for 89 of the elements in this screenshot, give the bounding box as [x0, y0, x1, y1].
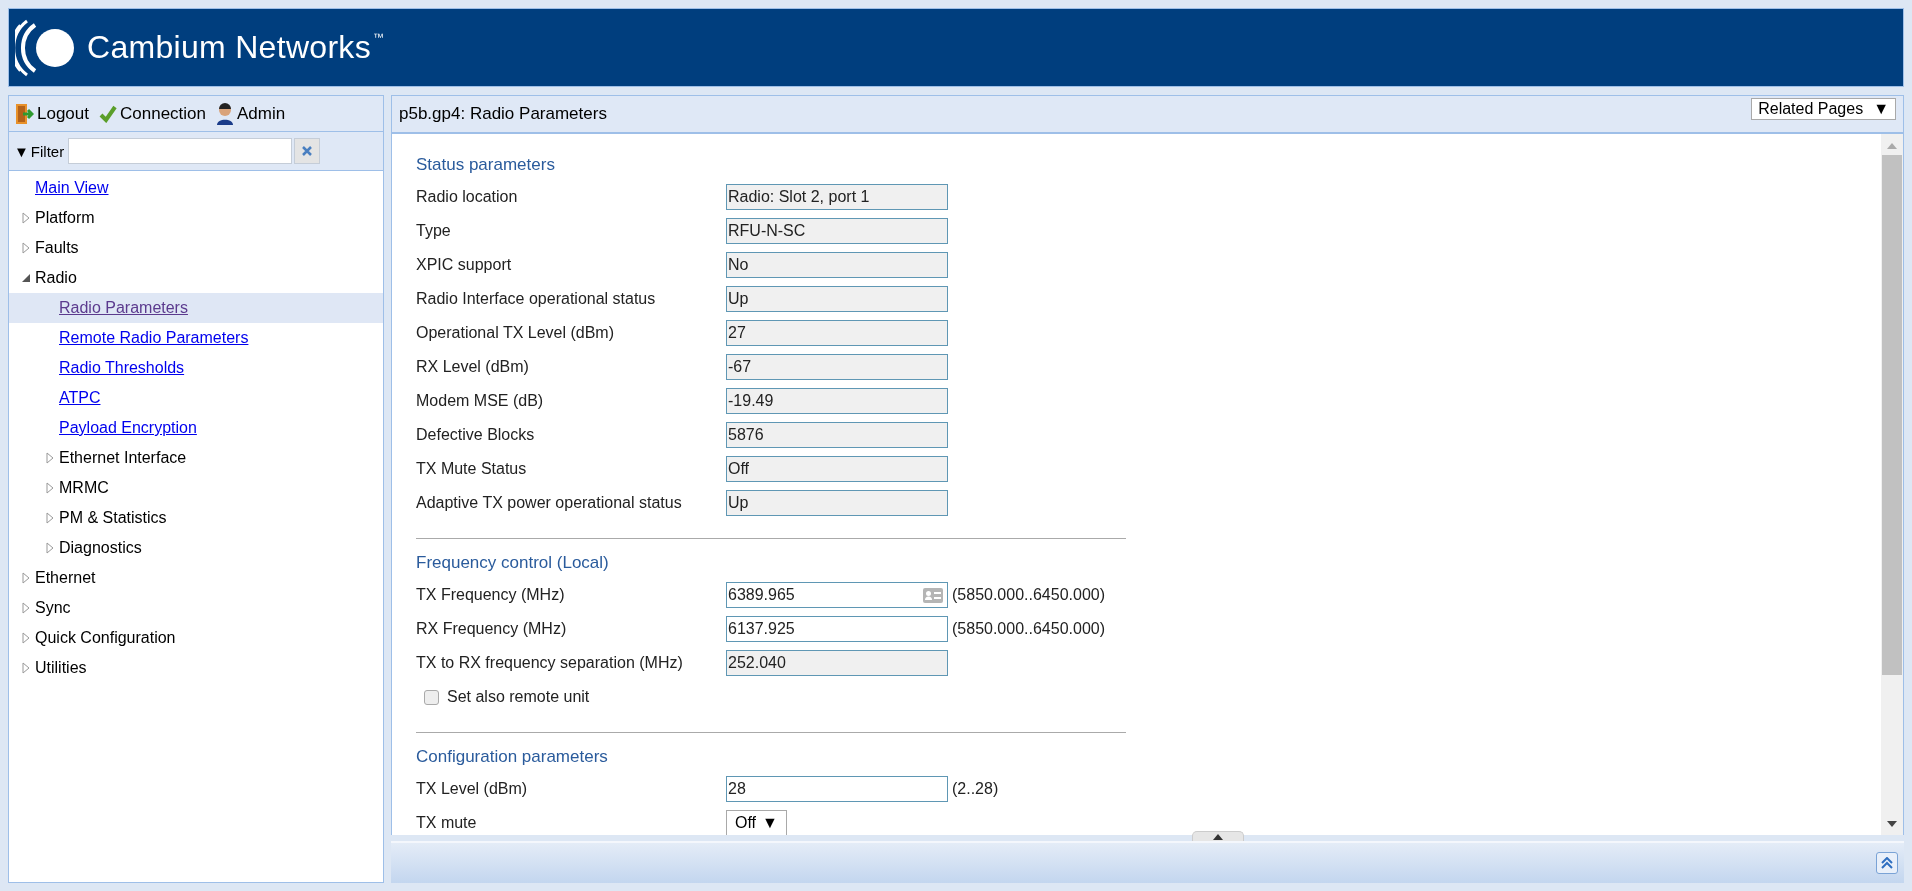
field-label: RX Frequency (MHz) [416, 620, 568, 638]
collapsed-triangle-icon[interactable] [22, 662, 30, 674]
readonly-field: Up [726, 286, 948, 312]
readonly-field: -67 [726, 354, 948, 380]
readonly-field: 5876 [726, 422, 948, 448]
field-label: XPIC support [416, 256, 513, 274]
up-triangle-icon [1213, 833, 1223, 840]
readonly-field: 27 [726, 320, 948, 346]
readonly-field: Radio: Slot 2, port 1 [726, 184, 948, 210]
scrollbar-thumb[interactable] [1882, 155, 1902, 675]
tree-item[interactable]: PM & Statistics [59, 509, 167, 527]
section-heading: Configuration parameters [416, 746, 609, 768]
checkbox[interactable] [424, 689, 439, 705]
collapsed-triangle-icon[interactable] [22, 572, 30, 584]
splitter-handle[interactable] [1192, 831, 1244, 841]
field-label: Radio Interface operational status [416, 290, 657, 308]
section-heading: Frequency control (Local) [416, 552, 610, 574]
nav-link[interactable]: Remote Radio Parameters [59, 329, 249, 347]
collapsed-triangle-icon[interactable] [46, 512, 54, 524]
readonly-field: RFU-N-SC [726, 218, 948, 244]
tree-item[interactable]: Platform [35, 209, 95, 227]
filter-toggle[interactable]: ▼ [14, 142, 29, 160]
collapsed-triangle-icon[interactable] [46, 542, 54, 554]
checkbox-label: Set also remote unit [447, 688, 590, 706]
nav-link[interactable]: Payload Encryption [59, 419, 197, 437]
scroll-down-icon [1887, 821, 1897, 827]
field-label: Defective Blocks [416, 426, 536, 444]
dropdown[interactable]: Off ▼ [726, 810, 787, 835]
check-icon [99, 104, 117, 123]
tree-item[interactable]: Ethernet [35, 569, 96, 587]
door-icon [14, 102, 34, 125]
double-chevron-up-icon [1881, 857, 1893, 869]
field-label: Type [416, 222, 452, 240]
expand-button[interactable] [1876, 852, 1898, 874]
input-field[interactable]: 6389.965 [726, 582, 948, 608]
readonly-field: No [726, 252, 948, 278]
filter-field[interactable] [68, 138, 293, 164]
field-label: TX Frequency (MHz) [416, 586, 566, 604]
tree-item[interactable]: Quick Configuration [35, 629, 176, 647]
logout-link[interactable]: Logout [14, 102, 89, 125]
scroll-up-icon [1887, 143, 1897, 149]
expanded-triangle-icon[interactable] [22, 274, 30, 282]
filter-label: Filter [30, 142, 65, 160]
field-label: TX Level (dBm) [416, 780, 529, 798]
range-hint: (5850.000..6450.000) [952, 586, 1105, 604]
readonly-field: -19.49 [726, 388, 948, 414]
nav-link[interactable]: Main View [35, 179, 109, 197]
input-field[interactable]: 6137.925 [726, 616, 948, 642]
range-hint: (2..28) [952, 780, 999, 798]
nav-link[interactable]: ATPC [59, 389, 101, 407]
clear-button[interactable] [294, 138, 321, 164]
collapsed-triangle-icon[interactable] [22, 602, 30, 614]
field-label: Adaptive TX power operational status [416, 494, 683, 512]
trademark: ™ [373, 31, 385, 43]
nav-link[interactable]: Radio Thresholds [59, 359, 185, 377]
input-field[interactable]: 28 [726, 776, 948, 802]
tree-item[interactable]: Radio [35, 269, 77, 287]
admin-link[interactable]: Admin [216, 102, 286, 125]
person-icon [216, 102, 234, 125]
field-label: TX Mute Status [416, 460, 528, 478]
readonly-field: Up [726, 490, 948, 516]
page-title: p5b.gp4: Radio Parameters [399, 104, 607, 124]
field-label: Operational TX Level (dBm) [416, 324, 615, 342]
readonly-field: Off [726, 456, 948, 482]
range-hint: (5850.000..6450.000) [952, 620, 1105, 638]
field-label: Modem MSE (dB) [416, 392, 545, 410]
connection-link[interactable]: Connection [99, 103, 206, 124]
related-pages-button[interactable]: Related Pages ▼ [1751, 98, 1896, 120]
collapsed-triangle-icon[interactable] [22, 242, 30, 254]
scrollbar[interactable] [1881, 134, 1903, 835]
tree-item[interactable]: Faults [35, 239, 79, 257]
readonly-field: 252.040 [726, 650, 948, 676]
brand-name: Cambium Networks [87, 29, 371, 66]
tree-item[interactable]: Utilities [35, 659, 87, 677]
tree-item[interactable]: Diagnostics [59, 539, 142, 557]
collapsed-triangle-icon[interactable] [46, 452, 54, 464]
field-label: TX to RX frequency separation (MHz) [416, 654, 684, 672]
field-label: TX mute [416, 814, 478, 832]
id-card-icon [923, 587, 943, 603]
field-label: RX Level (dBm) [416, 358, 530, 376]
collapsed-triangle-icon[interactable] [22, 632, 30, 644]
close-icon [301, 145, 314, 157]
collapsed-triangle-icon[interactable] [46, 482, 54, 494]
tree-item[interactable]: MRMC [59, 479, 109, 497]
tree-item[interactable]: Ethernet Interface [59, 449, 187, 467]
section-heading: Status parameters [416, 154, 556, 176]
tree-item[interactable]: Sync [35, 599, 71, 617]
collapsed-triangle-icon[interactable] [22, 212, 30, 224]
field-label: Radio location [416, 188, 519, 206]
